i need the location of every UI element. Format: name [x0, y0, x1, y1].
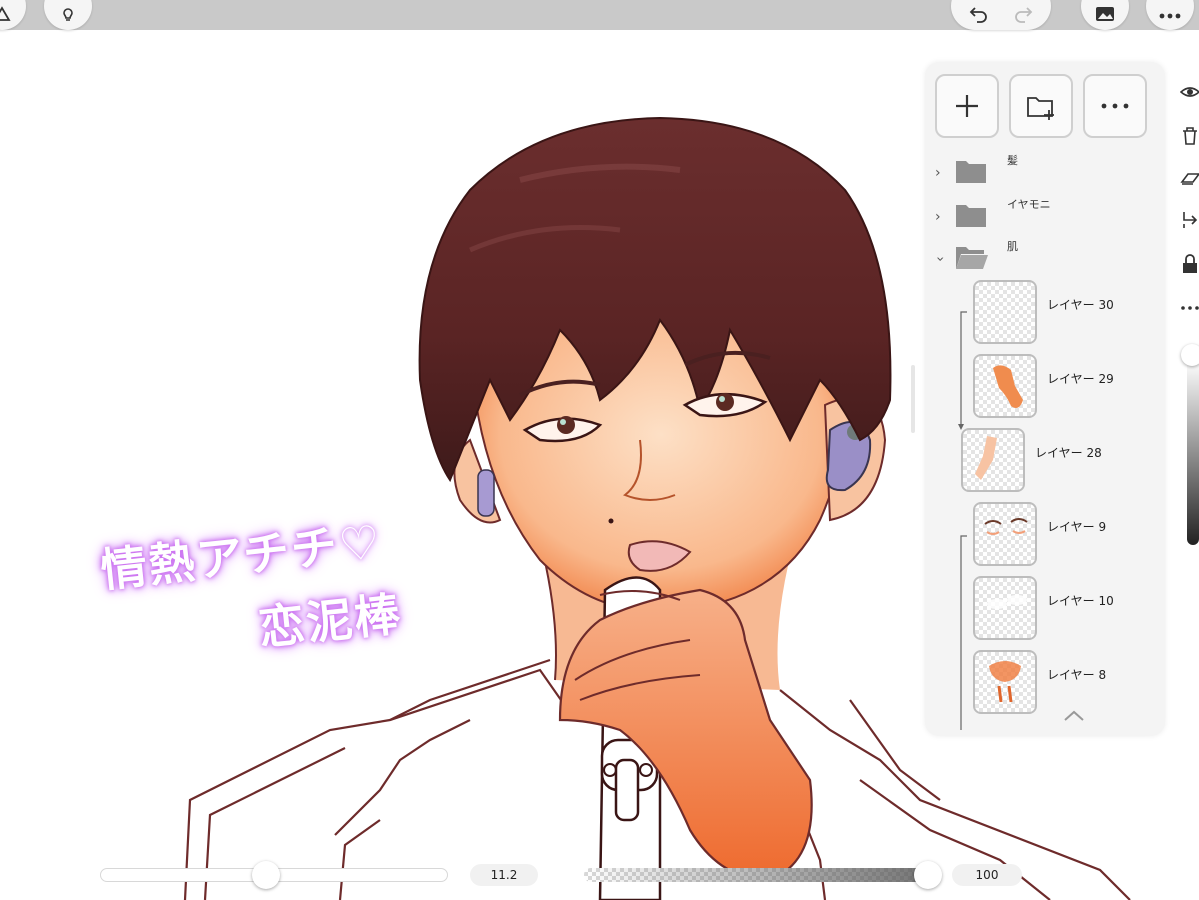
adjust-button[interactable] [0, 0, 26, 30]
clipping-bracket [958, 311, 967, 730]
more-button[interactable] [1146, 0, 1194, 30]
redo-icon[interactable] [1012, 4, 1034, 24]
layer-name: レイヤー 8 [1047, 668, 1107, 682]
folder-skin[interactable]: › 肌 [932, 240, 1155, 280]
folder-in-ear-monitor[interactable]: › イヤモニ [935, 198, 1155, 238]
chevron-down-icon[interactable]: › [932, 256, 948, 262]
more-dots-icon [1101, 103, 1129, 109]
gallery-icon [1096, 7, 1114, 21]
layer-row[interactable]: レイヤー 9 [973, 502, 1165, 572]
layer-thumbnail [973, 280, 1037, 344]
brush-size-value: 11.2 [470, 864, 538, 886]
layer-thumbnail [961, 428, 1025, 492]
folder-icon [956, 161, 986, 183]
folder-hair[interactable]: › 髪 [935, 154, 1155, 194]
layer-opacity-knob[interactable] [1181, 344, 1199, 366]
plus-icon [956, 95, 978, 117]
layer-opacity-slider[interactable] [1187, 360, 1199, 545]
brush-opacity-slider[interactable] [584, 868, 932, 882]
folder-icon [956, 205, 986, 227]
chevron-right-icon[interactable]: › [935, 209, 941, 225]
top-toolbar [0, 0, 1199, 30]
trash-icon[interactable] [1180, 126, 1199, 146]
layer-thumbnail [973, 354, 1037, 418]
folder-name: イヤモニ [1007, 198, 1051, 211]
lightbulb-icon [63, 8, 73, 21]
adjust-icon [0, 6, 11, 21]
layer-name: レイヤー 30 [1047, 298, 1114, 312]
layer-row[interactable]: レイヤー 10 [973, 576, 1165, 646]
merge-icon[interactable] [1180, 210, 1199, 230]
layer-thumbnail [973, 502, 1037, 566]
undo-redo-group [951, 0, 1051, 30]
layers-panel: › 髪 › イヤモニ › 肌 レイヤー 30 レイヤー 29 レイヤー 28 レ… [925, 62, 1165, 736]
layer-row[interactable]: レイヤー 28 [961, 428, 1165, 498]
undo-icon[interactable] [968, 4, 990, 24]
eye-icon[interactable] [1180, 82, 1199, 102]
layer-row[interactable]: レイヤー 30 [973, 280, 1165, 350]
panel-resize-handle[interactable] [911, 365, 915, 433]
layer-name: レイヤー 29 [1047, 372, 1114, 386]
layer-name: レイヤー 10 [1047, 594, 1114, 608]
add-layer-button[interactable] [935, 74, 999, 138]
layer-thumbnail [973, 576, 1037, 640]
open-folder-icon [956, 247, 988, 269]
brush-size-knob[interactable] [252, 861, 280, 889]
layer-thumbnail [973, 650, 1037, 714]
chevron-up-icon[interactable] [1063, 710, 1085, 722]
brush-opacity-value: 100 [952, 864, 1022, 886]
layer-name: レイヤー 9 [1047, 520, 1107, 534]
layer-name: レイヤー 28 [1035, 446, 1102, 460]
gallery-button[interactable] [1081, 0, 1129, 30]
layer-row[interactable]: レイヤー 29 [973, 354, 1165, 424]
lightbulb-button[interactable] [44, 0, 92, 30]
add-folder-button[interactable] [1009, 74, 1073, 138]
more-dots-icon[interactable] [1180, 298, 1199, 318]
more-icon [1159, 13, 1181, 19]
layer-options-button[interactable] [1083, 74, 1147, 138]
folder-add-icon [1027, 97, 1054, 120]
folder-name: 肌 [1007, 240, 1018, 253]
brush-opacity-knob[interactable] [914, 861, 942, 889]
clear-icon[interactable] [1180, 168, 1199, 188]
lock-alpha-icon[interactable] [1180, 254, 1199, 274]
folder-name: 髪 [1007, 154, 1018, 167]
chevron-right-icon[interactable]: › [935, 165, 941, 181]
